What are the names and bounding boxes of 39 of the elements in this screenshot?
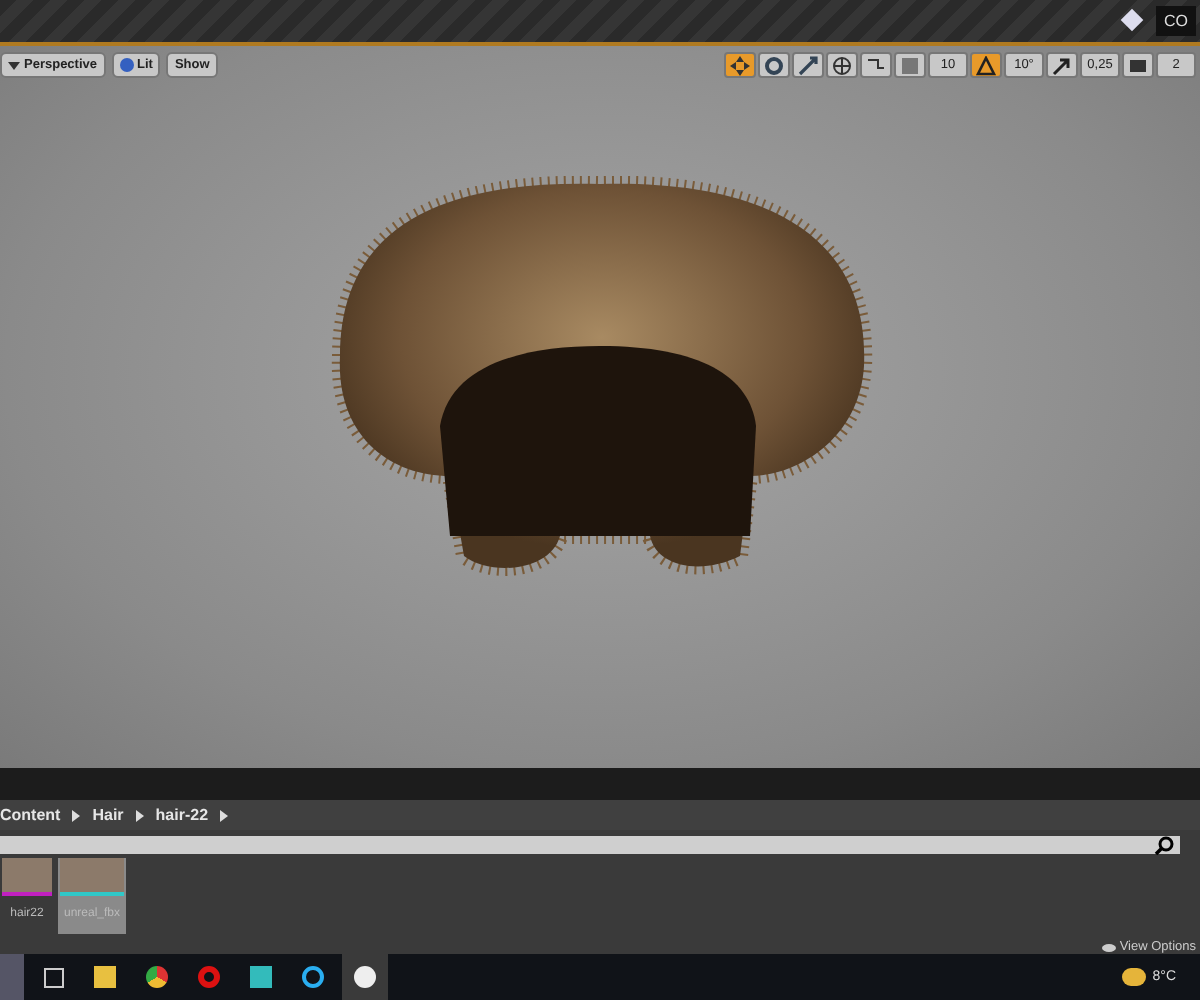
toolbar-button[interactable]: [1122, 52, 1154, 79]
toolbar-button[interactable]: [1046, 52, 1078, 79]
app-icon: [302, 966, 324, 988]
toolbar-button[interactable]: [792, 52, 824, 79]
caret-icon: [72, 809, 81, 822]
scale-icon: [798, 55, 818, 76]
arrow-icon: [1052, 55, 1072, 76]
breadcrumb-link[interactable]: Content: [0, 806, 61, 825]
app-icon: [198, 966, 220, 988]
eye-icon: [1101, 943, 1116, 951]
camera-icon: [1128, 55, 1148, 76]
breadcrumb-link[interactable]: hair-22: [155, 806, 209, 825]
photo-placeholder: [2, 858, 52, 893]
toolbar-button[interactable]: [724, 52, 756, 79]
weather-icon[interactable]: [1122, 968, 1147, 986]
caret-icon: [220, 809, 229, 822]
taskbar-app[interactable]: [342, 954, 388, 1000]
app-icon: [94, 966, 116, 988]
triangle-icon: [976, 55, 996, 76]
app-icon: [146, 966, 168, 988]
caret-icon: [8, 61, 20, 70]
rotate-icon: [764, 55, 784, 76]
toolbar-button[interactable]: [860, 52, 892, 79]
search-icon: [1154, 835, 1174, 856]
square-icon: [900, 55, 920, 76]
globe-icon: [832, 55, 852, 76]
photo-placeholder: [60, 858, 124, 893]
sphere-icon: [119, 58, 133, 73]
app-icon: [354, 966, 376, 988]
tab-label[interactable]: CO: [1156, 5, 1196, 36]
cube-icon[interactable]: [1120, 9, 1144, 33]
caret-icon: [135, 809, 144, 822]
app-icon: [43, 967, 63, 987]
toolbar-button[interactable]: [826, 52, 858, 79]
toolbar-button[interactable]: [970, 52, 1002, 79]
breadcrumb-link[interactable]: Hair: [92, 806, 124, 825]
toolbar-button[interactable]: [758, 52, 790, 79]
move-icon: [730, 55, 750, 76]
app-icon: [250, 966, 272, 988]
